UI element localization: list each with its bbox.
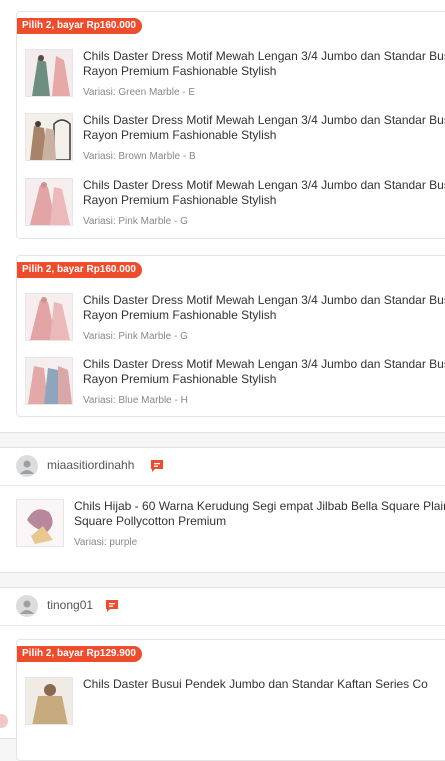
product-variant: Variasi: purple xyxy=(74,537,138,548)
product-item[interactable]: Chils Daster Dress Motif Mewah Lengan 3/… xyxy=(25,113,445,171)
avatar xyxy=(16,595,38,617)
product-name: Chils Daster Dress Motif Mewah Lengan 3/… xyxy=(83,293,445,322)
product-name: Chils Daster Dress Motif Mewah Lengan 3/… xyxy=(83,178,445,207)
bundle-badge: Pilih 2, bayar Rp129.900 xyxy=(17,646,142,662)
product-thumbnail[interactable] xyxy=(25,677,73,725)
shop-panel: miaasitiordinahh Chils Hijab - 60 Warna … xyxy=(0,447,445,573)
product-variant: Variasi: Pink Marble - G xyxy=(83,331,188,342)
divider xyxy=(0,625,445,626)
divider xyxy=(0,485,445,486)
shop-panel-top: Pilih 2, bayar Rp160.000 Chils Daster Dr… xyxy=(0,0,445,433)
product-name: Chils Daster Dress Motif Mewah Lengan 3/… xyxy=(83,113,445,142)
product-item[interactable]: Chils Hijab - 60 Warna Kerudung Segi emp… xyxy=(16,499,445,557)
product-variant: Variasi: Green Marble - E xyxy=(83,87,196,98)
bundle-group: Pilih 2, bayar Rp160.000 Chils Daster Dr… xyxy=(16,11,445,239)
product-thumbnail[interactable] xyxy=(25,293,73,341)
product-thumbnail[interactable] xyxy=(16,499,64,547)
product-item[interactable]: Chils Daster Busui Pendek Jumbo dan Stan… xyxy=(25,677,445,735)
shop-name[interactable]: tinong01 xyxy=(47,598,93,612)
product-thumbnail[interactable] xyxy=(25,178,73,226)
product-name: Chils Hijab - 60 Warna Kerudung Segi emp… xyxy=(74,499,445,528)
product-variant: Variasi: Pink Marble - G xyxy=(83,216,188,227)
bundle-group: Pilih 2, bayar Rp160.000 Chils Daster Dr… xyxy=(16,255,445,417)
bundle-badge: Pilih 2, bayar Rp160.000 xyxy=(17,262,142,278)
product-item[interactable]: Chils Daster Dress Motif Mewah Lengan 3/… xyxy=(25,49,445,107)
product-item[interactable]: Chils Daster Dress Motif Mewah Lengan 3/… xyxy=(25,357,445,415)
bundle-group: Pilih 2, bayar Rp129.900 Chils Daster Bu… xyxy=(16,639,445,761)
product-name: Chils Daster Dress Motif Mewah Lengan 3/… xyxy=(83,49,445,78)
product-item[interactable]: Chils Daster Dress Motif Mewah Lengan 3/… xyxy=(25,293,445,351)
product-item[interactable]: Chils Daster Dress Motif Mewah Lengan 3/… xyxy=(25,178,445,236)
product-thumbnail[interactable] xyxy=(25,113,73,161)
chat-icon[interactable] xyxy=(104,598,120,614)
product-variant: Variasi: Brown Marble - B xyxy=(83,151,196,162)
avatar xyxy=(16,455,38,477)
product-variant: Variasi: Blue Marble - H xyxy=(83,395,188,406)
product-name: Chils Daster Dress Motif Mewah Lengan 3/… xyxy=(83,357,445,386)
product-name: Chils Daster Busui Pendek Jumbo dan Stan… xyxy=(83,677,428,691)
shop-name[interactable]: miaasitiordinahh xyxy=(47,458,134,472)
product-thumbnail[interactable] xyxy=(25,357,73,405)
bundle-badge: Pilih 2, bayar Rp160.000 xyxy=(17,18,142,34)
chat-icon[interactable] xyxy=(149,458,165,474)
product-thumbnail[interactable] xyxy=(25,49,73,97)
shop-panel: tinong01 Pilih 2, bayar Rp129.900 Chils … xyxy=(0,587,445,761)
